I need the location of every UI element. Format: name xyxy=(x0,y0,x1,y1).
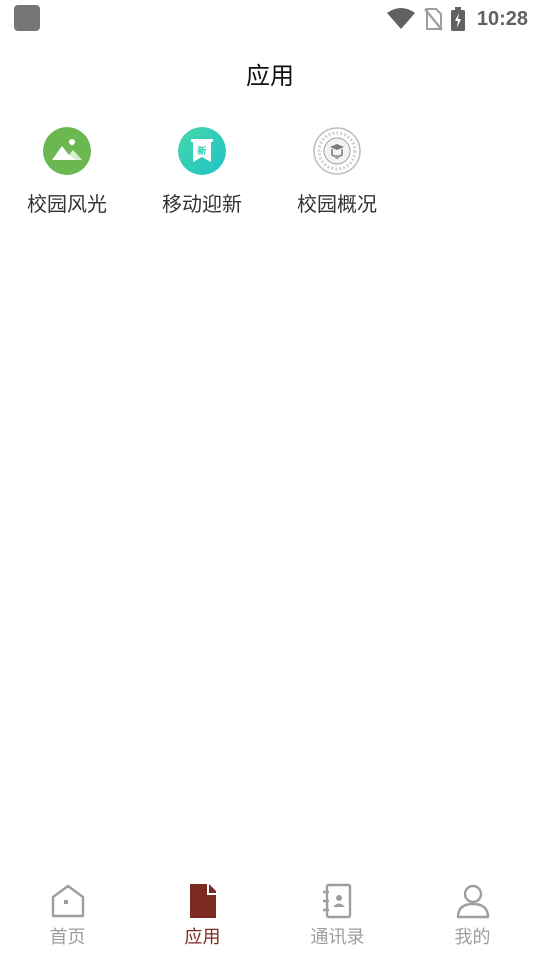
status-time: 10:28 xyxy=(476,7,528,30)
contacts-book-icon xyxy=(322,883,351,919)
app-campus-scenery[interactable]: 校园风光 xyxy=(7,127,127,217)
app-campus-overview[interactable]: 校园概况 xyxy=(277,127,397,217)
nav-label: 通讯录 xyxy=(310,927,365,948)
home-icon xyxy=(51,884,84,918)
app-label: 移动迎新 xyxy=(162,192,242,216)
document-icon xyxy=(189,884,216,918)
nav-item-apps[interactable]: 应用 xyxy=(135,872,270,960)
status-bar: 10:28 xyxy=(0,0,540,38)
university-seal-icon xyxy=(313,127,361,175)
app-label: 校园概况 xyxy=(297,192,377,216)
svg-text:新: 新 xyxy=(197,145,206,157)
app-label: 校园风光 xyxy=(27,192,107,216)
nav-label: 首页 xyxy=(49,927,86,948)
new-student-icon: 新 xyxy=(178,127,226,175)
landscape-icon xyxy=(43,127,91,175)
battery-charging-icon xyxy=(450,7,465,31)
nav-item-profile[interactable]: 我的 xyxy=(405,872,540,960)
bottom-nav: 首页 应用 通讯录 我的 xyxy=(0,872,540,960)
status-icons: 10:28 xyxy=(386,0,528,38)
wifi-icon xyxy=(386,8,415,29)
app-screen: 10:28 应用 校园风光 新 移动迎新 校园概况 首页 应用 通讯录 我的 xyxy=(0,0,540,960)
nav-label: 我的 xyxy=(454,927,491,948)
no-sim-icon xyxy=(423,8,443,31)
app-notification-icon xyxy=(14,5,40,31)
profile-icon xyxy=(456,884,489,919)
nav-item-contacts[interactable]: 通讯录 xyxy=(270,872,405,960)
nav-item-home[interactable]: 首页 xyxy=(0,872,135,960)
nav-label: 应用 xyxy=(184,927,221,948)
app-mobile-enrollment[interactable]: 新 移动迎新 xyxy=(142,127,262,217)
page-title: 应用 xyxy=(246,62,294,90)
